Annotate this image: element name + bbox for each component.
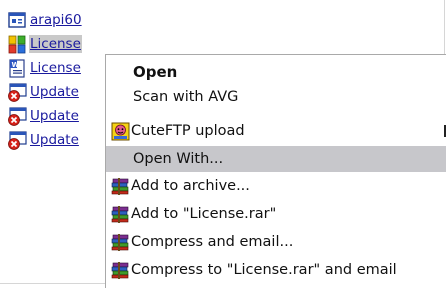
menu-item-add-to-license-rar[interactable]: Add to "License.rar" [106, 201, 446, 227]
menu-item-compress-to-license-rar-and-email[interactable]: Compress to "License.rar" and email [106, 257, 446, 283]
cuteftp-icon [110, 121, 131, 141]
menu-item-scan-avg[interactable]: Scan with AVG [106, 84, 446, 110]
menu-item-label: Add to "License.rar" [131, 206, 277, 222]
executable-error-icon [8, 82, 27, 102]
menu-item-add-to-archive[interactable]: Add to archive... [106, 173, 446, 199]
menu-item-cuteftp-upload[interactable]: CuteFTP upload [106, 118, 446, 144]
menu-item-compress-and-email[interactable]: Compress and email... [106, 229, 446, 255]
svg-text:W: W [12, 61, 20, 69]
file-name[interactable]: License [29, 59, 82, 77]
multicolor-document-icon [8, 35, 26, 53]
menu-item-label: Scan with AVG [133, 89, 239, 105]
winrar-books-icon [110, 260, 131, 280]
menu-item-label: Open [133, 63, 178, 81]
menu-item-label: CuteFTP upload [131, 123, 245, 139]
app-window-icon [8, 11, 26, 28]
menu-item-label: Compress and email... [131, 234, 294, 250]
menu-item-label: Compress to "License.rar" and email [131, 262, 397, 278]
winrar-books-icon [110, 204, 131, 224]
menu-item-label: Add to archive... [131, 178, 250, 194]
file-name[interactable]: License [29, 35, 82, 53]
file-name[interactable]: Update [29, 131, 80, 149]
executable-error-icon [8, 106, 27, 126]
winrar-books-icon [110, 176, 131, 196]
context-menu: Open Scan with AVG CuteFTP upload Open W… [105, 54, 446, 288]
menu-item-open-with[interactable]: Open With... [106, 146, 446, 172]
file-item-selected[interactable]: License [8, 33, 133, 55]
word-document-icon: W [9, 58, 25, 78]
menu-item-label: Open With... [133, 151, 224, 167]
file-name[interactable]: Update [29, 107, 80, 125]
menu-item-open[interactable]: Open [106, 59, 446, 85]
winrar-books-icon [110, 232, 131, 252]
file-name[interactable]: arapi60 [29, 11, 83, 29]
file-item[interactable]: arapi60 [8, 9, 133, 31]
executable-error-icon [8, 130, 27, 150]
file-name[interactable]: Update [29, 83, 80, 101]
